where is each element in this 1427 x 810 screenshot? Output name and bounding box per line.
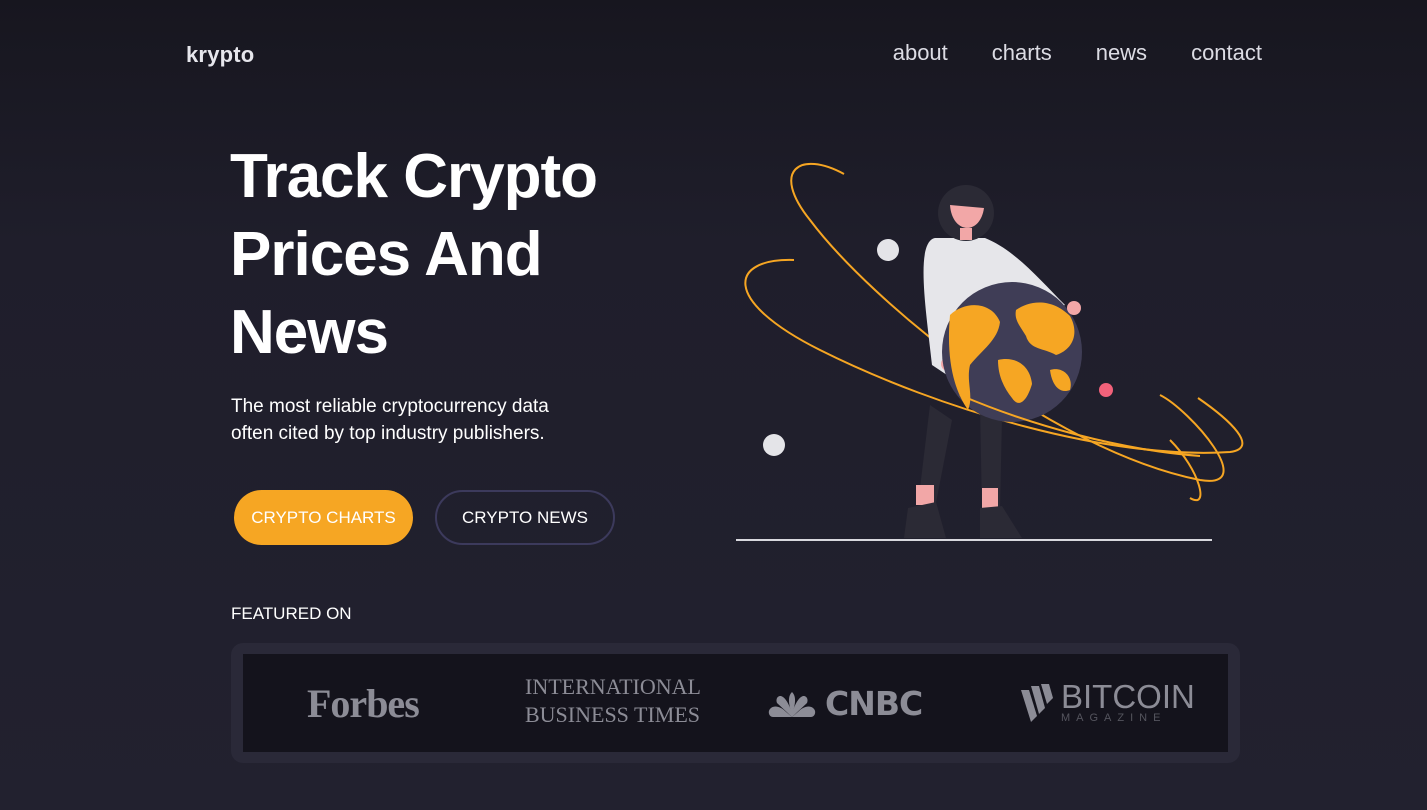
ibt-logo-line-1: International (525, 674, 701, 699)
top-navbar: krypto about charts news contact (0, 0, 1427, 110)
featured-logos-inner: Forbes International Business Times CNBC (243, 654, 1228, 752)
magazine-wordmark: MAGAZINE (1061, 712, 1167, 724)
hero-title-line-3: News (230, 298, 389, 367)
bitcoin-wordmark: BITCOIN (1061, 678, 1195, 715)
cnbc-logo: CNBC (767, 684, 923, 723)
ibt-logo: International Business Times (525, 673, 701, 729)
bitcoin-magazine-text: BITCOIN MAGAZINE (1061, 678, 1195, 724)
cnbc-wordmark: CNBC (825, 684, 923, 723)
ibt-logo-line-2: Business Times (525, 702, 701, 727)
nav-link-contact[interactable]: contact (1191, 40, 1262, 66)
nav-link-about[interactable]: about (893, 40, 948, 66)
globe-icon (942, 282, 1082, 422)
crypto-charts-button[interactable]: CRYPTO CHARTS (234, 490, 413, 545)
nav-link-charts[interactable]: charts (992, 40, 1052, 66)
hero-title-line-1: Track Crypto (230, 142, 598, 211)
featured-on-label: FEATURED ON (231, 604, 352, 623)
hero-subtitle-line-2: often cited by top industry publishers. (231, 423, 545, 444)
peacock-icon (768, 691, 816, 717)
site-logo[interactable]: krypto (186, 42, 254, 68)
hero-illustration (736, 162, 1244, 541)
dot-white-top (877, 239, 899, 261)
bitcoin-magazine-logo: BITCOIN MAGAZINE (1019, 678, 1195, 724)
crypto-news-button[interactable]: CRYPTO NEWS (435, 490, 615, 545)
hero-subtitle-line-1: The most reliable cryptocurrency data (231, 396, 549, 417)
bitcoin-magazine-icon (1021, 684, 1053, 722)
forbes-logo: Forbes (307, 681, 420, 726)
nav-link-news[interactable]: news (1096, 40, 1147, 66)
dot-pink (1099, 383, 1113, 397)
nav-links: about charts news contact (893, 40, 1262, 66)
hero-subtitle: The most reliable cryptocurrency data of… (231, 393, 601, 447)
hero-title-line-2: Prices And (230, 220, 543, 289)
hero-title: Track Crypto Prices And News (230, 138, 690, 372)
dot-white-bottom (763, 434, 785, 456)
featured-logos-strip: Forbes International Business Times CNBC (231, 643, 1240, 763)
